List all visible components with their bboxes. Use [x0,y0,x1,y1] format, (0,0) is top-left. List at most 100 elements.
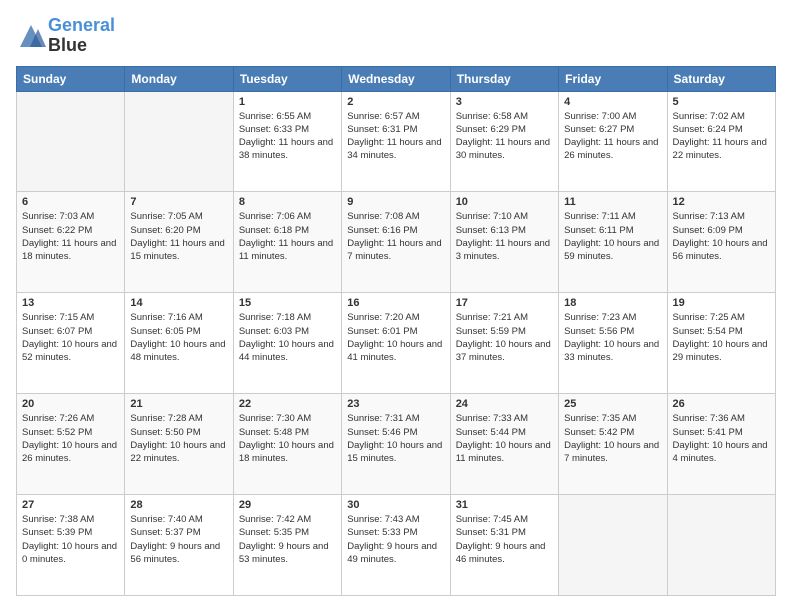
day-number: 27 [22,499,119,511]
day-number: 4 [564,96,661,108]
weekday-header-wednesday: Wednesday [342,66,450,91]
day-cell: 17Sunrise: 7:21 AM Sunset: 5:59 PM Dayli… [450,293,558,394]
day-cell: 14 Sunrise: 7:16 AM Sunset: 6:05 PM Dayli… [125,293,233,394]
day-number: 6 [22,196,119,208]
day-number: 19 [673,297,770,309]
day-cell: 31 Sunrise: 7:45 AM Sunset: 5:31 PM Dayli… [450,495,558,596]
day-number: 9 [347,196,444,208]
day-number: 12 [673,196,770,208]
day-number: 16 [347,297,444,309]
week-row-2: 6 Sunrise: 7:03 AM Sunset: 6:22 PM Daylig… [17,192,776,293]
day-cell: 3 Sunrise: 6:58 AM Sunset: 6:29 PM Daylig… [450,91,558,192]
week-row-3: 13 Sunrise: 7:15 AM Sunset: 6:07 PM Dayli… [17,293,776,394]
day-info: Sunrise: 7:23 AM Sunset: 5:56 PM Dayligh… [564,311,661,364]
day-number: 7 [130,196,227,208]
day-info: Sunrise: 7:13 AM Sunset: 6:09 PM Dayligh… [673,210,770,263]
day-cell: 13 Sunrise: 7:15 AM Sunset: 6:07 PM Dayli… [17,293,125,394]
logo-text: General Blue [48,16,115,56]
day-info: Sunrise: 7:08 AM Sunset: 6:16 PM Dayligh… [347,210,444,263]
day-cell: 9 Sunrise: 7:08 AM Sunset: 6:16 PM Daylig… [342,192,450,293]
day-info: Sunrise: 7:16 AM Sunset: 6:05 PM Dayligh… [130,311,227,364]
day-number: 24 [456,398,553,410]
day-info: Sunrise: 7:05 AM Sunset: 6:20 PM Dayligh… [130,210,227,263]
day-number: 30 [347,499,444,511]
week-row-5: 27 Sunrise: 7:38 AM Sunset: 5:39 PM Dayli… [17,495,776,596]
weekday-header-sunday: Sunday [17,66,125,91]
day-cell: 5Sunrise: 7:02 AM Sunset: 6:24 PM Daylig… [667,91,775,192]
weekday-header-saturday: Saturday [667,66,775,91]
day-info: Sunrise: 7:38 AM Sunset: 5:39 PM Dayligh… [22,513,119,566]
day-cell: 30 Sunrise: 7:43 AM Sunset: 5:33 PM Dayli… [342,495,450,596]
day-number: 31 [456,499,553,511]
day-cell: 25 Sunrise: 7:35 AM Sunset: 5:42 PM Dayli… [559,394,667,495]
day-cell: 20 Sunrise: 7:26 AM Sunset: 5:52 PM Dayli… [17,394,125,495]
day-number: 3 [456,96,553,108]
day-cell: 11Sunrise: 7:11 AM Sunset: 6:11 PM Dayli… [559,192,667,293]
day-info: Sunrise: 7:42 AM Sunset: 5:35 PM Dayligh… [239,513,336,566]
day-number: 22 [239,398,336,410]
day-info: Sunrise: 7:10 AM Sunset: 6:13 PM Dayligh… [456,210,553,263]
day-info: Sunrise: 7:15 AM Sunset: 6:07 PM Dayligh… [22,311,119,364]
day-info: Sunrise: 7:35 AM Sunset: 5:42 PM Dayligh… [564,412,661,465]
day-info: Sunrise: 7:00 AM Sunset: 6:27 PM Dayligh… [564,110,661,163]
day-cell: 15 Sunrise: 7:18 AM Sunset: 6:03 PM Dayli… [233,293,341,394]
day-info: Sunrise: 7:33 AM Sunset: 5:44 PM Dayligh… [456,412,553,465]
logo: General Blue [16,16,115,56]
day-number: 29 [239,499,336,511]
day-info: Sunrise: 7:03 AM Sunset: 6:22 PM Dayligh… [22,210,119,263]
day-number: 17 [456,297,553,309]
day-number: 21 [130,398,227,410]
day-info: Sunrise: 7:28 AM Sunset: 5:50 PM Dayligh… [130,412,227,465]
day-number: 2 [347,96,444,108]
day-info: Sunrise: 6:55 AM Sunset: 6:33 PM Dayligh… [239,110,336,163]
day-number: 20 [22,398,119,410]
day-cell [667,495,775,596]
header: General Blue [16,16,776,56]
day-number: 28 [130,499,227,511]
weekday-header-friday: Friday [559,66,667,91]
day-info: Sunrise: 7:31 AM Sunset: 5:46 PM Dayligh… [347,412,444,465]
day-info: Sunrise: 7:11 AM Sunset: 6:11 PM Dayligh… [564,210,661,263]
day-cell: 29 Sunrise: 7:42 AM Sunset: 5:35 PM Dayli… [233,495,341,596]
day-number: 23 [347,398,444,410]
weekday-header-row: SundayMondayTuesdayWednesdayThursdayFrid… [17,66,776,91]
calendar-table: SundayMondayTuesdayWednesdayThursdayFrid… [16,66,776,596]
day-info: Sunrise: 7:18 AM Sunset: 6:03 PM Dayligh… [239,311,336,364]
day-cell: 1Sunrise: 6:55 AM Sunset: 6:33 PM Daylig… [233,91,341,192]
day-info: Sunrise: 7:45 AM Sunset: 5:31 PM Dayligh… [456,513,553,566]
weekday-header-thursday: Thursday [450,66,558,91]
day-cell [559,495,667,596]
day-info: Sunrise: 6:58 AM Sunset: 6:29 PM Dayligh… [456,110,553,163]
week-row-1: 1Sunrise: 6:55 AM Sunset: 6:33 PM Daylig… [17,91,776,192]
day-number: 14 [130,297,227,309]
day-cell: 23 Sunrise: 7:31 AM Sunset: 5:46 PM Dayli… [342,394,450,495]
day-number: 26 [673,398,770,410]
day-info: Sunrise: 7:43 AM Sunset: 5:33 PM Dayligh… [347,513,444,566]
day-number: 10 [456,196,553,208]
day-cell: 16Sunrise: 7:20 AM Sunset: 6:01 PM Dayli… [342,293,450,394]
day-cell: 28 Sunrise: 7:40 AM Sunset: 5:37 PM Dayli… [125,495,233,596]
weekday-header-tuesday: Tuesday [233,66,341,91]
day-cell: 18Sunrise: 7:23 AM Sunset: 5:56 PM Dayli… [559,293,667,394]
day-cell: 26 Sunrise: 7:36 AM Sunset: 5:41 PM Dayli… [667,394,775,495]
day-cell: 21 Sunrise: 7:28 AM Sunset: 5:50 PM Dayli… [125,394,233,495]
day-info: Sunrise: 7:26 AM Sunset: 5:52 PM Dayligh… [22,412,119,465]
day-cell: 10 Sunrise: 7:10 AM Sunset: 6:13 PM Dayli… [450,192,558,293]
day-number: 8 [239,196,336,208]
day-cell: 6 Sunrise: 7:03 AM Sunset: 6:22 PM Daylig… [17,192,125,293]
day-cell: 12 Sunrise: 7:13 AM Sunset: 6:09 PM Dayli… [667,192,775,293]
day-info: Sunrise: 7:40 AM Sunset: 5:37 PM Dayligh… [130,513,227,566]
day-number: 13 [22,297,119,309]
day-cell [17,91,125,192]
day-cell: 4 Sunrise: 7:00 AM Sunset: 6:27 PM Daylig… [559,91,667,192]
logo-icon [16,21,46,51]
day-cell: 8Sunrise: 7:06 AM Sunset: 6:18 PM Daylig… [233,192,341,293]
day-number: 15 [239,297,336,309]
day-info: Sunrise: 7:36 AM Sunset: 5:41 PM Dayligh… [673,412,770,465]
day-info: Sunrise: 7:02 AM Sunset: 6:24 PM Dayligh… [673,110,770,163]
day-cell: 24 Sunrise: 7:33 AM Sunset: 5:44 PM Dayli… [450,394,558,495]
week-row-4: 20 Sunrise: 7:26 AM Sunset: 5:52 PM Dayli… [17,394,776,495]
day-number: 25 [564,398,661,410]
weekday-header-monday: Monday [125,66,233,91]
day-cell: 22Sunrise: 7:30 AM Sunset: 5:48 PM Dayli… [233,394,341,495]
